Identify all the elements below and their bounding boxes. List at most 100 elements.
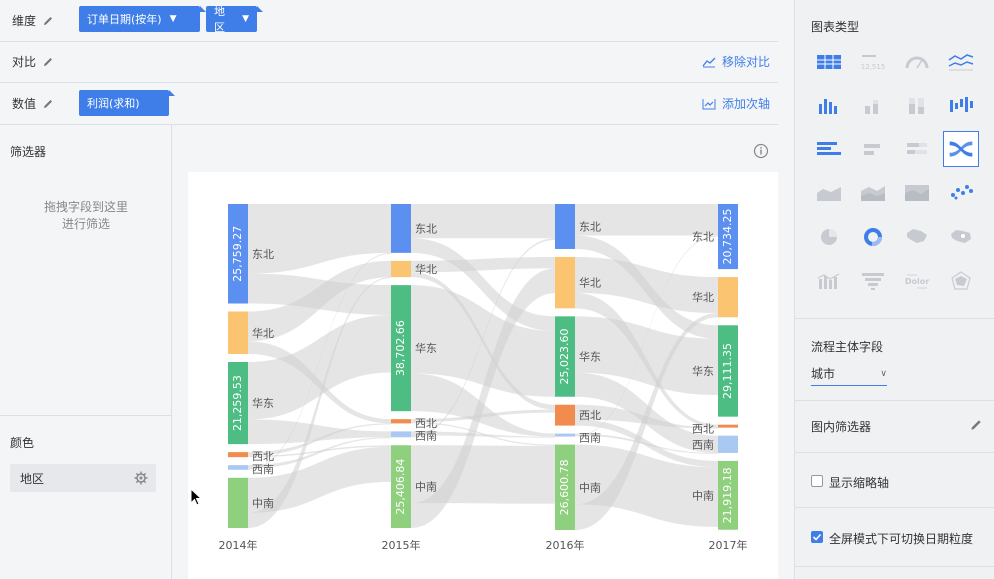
dimension-label-wrap: 维度 [12, 12, 54, 29]
sankey-node [555, 256, 575, 309]
radar-icon[interactable] [943, 263, 979, 299]
ring-chart-icon[interactable] [855, 219, 891, 255]
sankey-node [228, 452, 248, 458]
sankey-flows [248, 204, 718, 531]
filter-hint-line2: 进行筛选 [61, 217, 110, 231]
pencil-icon[interactable] [969, 418, 983, 432]
sankey-node-label: 东北 [579, 220, 601, 233]
sankey-node-label: 西北 [579, 409, 601, 422]
waterfall-icon[interactable] [943, 88, 979, 124]
filter-panel: 筛选器 拖拽字段到这里 进行筛选 颜色 地区 [0, 125, 172, 579]
sankey-value-label: 20,734.25 [721, 209, 734, 265]
combo-chart-icon[interactable] [811, 263, 847, 299]
sankey-node-label: 西南 [415, 429, 437, 442]
sankey-node-label: 华东 [579, 350, 601, 364]
map-icon[interactable] [899, 219, 935, 255]
color-section: 颜色 地区 [0, 415, 172, 492]
pencil-icon[interactable] [42, 98, 54, 110]
compare-label: 对比 [12, 55, 37, 69]
thumbnail-axis-checkbox[interactable] [811, 475, 823, 487]
dimension-pill-region[interactable]: 地区 ▼ [206, 5, 263, 34]
flow-field-label: 流程主体字段 [811, 340, 884, 354]
horizontal-percent-bar-icon[interactable] [899, 131, 935, 167]
value-label: 数值 [12, 97, 37, 111]
dimension-pill-region-label: 地区 [214, 5, 225, 34]
word-cloud-icon[interactable]: Dolor [899, 263, 935, 299]
bar-chart-icon[interactable] [811, 88, 847, 124]
horizontal-bar-icon[interactable] [811, 131, 847, 167]
sankey-node-label: 西北 [415, 417, 437, 430]
gauge-icon[interactable] [899, 44, 935, 80]
remove-compare-button[interactable]: 移除对比 [702, 53, 770, 70]
funnel-icon[interactable] [855, 263, 891, 299]
sankey-node [228, 477, 248, 528]
pie-chart-icon[interactable] [811, 219, 847, 255]
chart-card: 东北 25,759.27 华北 华东 21,259.53 西北 西南 中南 2014年 东北 华北华… [188, 172, 778, 579]
horizontal-stacked-bar-icon[interactable] [855, 131, 891, 167]
sankey-year-label: 2017年 [709, 538, 748, 552]
value-row: 数值 利润(求和) 添加次轴 [0, 83, 778, 125]
area-chart-icon[interactable] [811, 175, 847, 211]
thumbnail-axis-label: 显示缩略轴 [829, 476, 890, 490]
sankey-node [718, 435, 738, 453]
chevron-down-icon: ∨ [880, 368, 887, 379]
sankey-value-label: 29,111.35 [721, 343, 734, 399]
compare-label-wrap: 对比 [12, 53, 54, 70]
remove-compare-icon [702, 57, 716, 67]
sankey-node-label: 华东 [692, 364, 714, 378]
dimension-pill-date-label: 订单日期(按年) [87, 13, 162, 26]
sankey-node [555, 204, 575, 249]
pencil-icon[interactable] [42, 56, 54, 68]
sankey-year-label: 2014年 [219, 538, 258, 552]
right-panel: 图表类型 12,515 Dolor 流程主体字段 城市 ∨ 图内筛选器 显示缩略轴… [794, 0, 994, 579]
value-pill-profit[interactable]: 利润(求和) [79, 90, 175, 116]
sankey-node [228, 311, 248, 354]
sankey-node-label: 华北 [579, 276, 601, 290]
sankey-value-label: 38,702.66 [394, 320, 407, 376]
flow-field-select[interactable]: 城市 ∨ [811, 362, 887, 386]
filter-drop-zone[interactable]: 拖拽字段到这里 进行筛选 [0, 199, 172, 233]
sankey-node-label: 西南 [692, 438, 714, 451]
sankey-flow [248, 419, 391, 445]
region-map-icon[interactable] [943, 219, 979, 255]
add-secondary-axis-button[interactable]: 添加次轴 [702, 95, 770, 112]
percent-bar-icon[interactable] [899, 88, 935, 124]
sankey-node-label: 东北 [415, 222, 437, 235]
sankey-node-label: 华东 [252, 396, 274, 410]
scatter-icon[interactable] [943, 175, 979, 211]
sankey-node-label: 西北 [692, 423, 714, 436]
pencil-icon[interactable] [42, 15, 54, 27]
sankey-icon[interactable] [943, 131, 979, 167]
divider [795, 318, 994, 319]
line-chart-icon[interactable] [943, 44, 979, 80]
in-chart-filter-label: 图内筛选器 [811, 420, 872, 434]
sankey-node [228, 465, 248, 470]
color-field[interactable]: 地区 [10, 464, 156, 492]
stacked-bar-icon[interactable] [855, 88, 891, 124]
color-title: 颜色 [10, 436, 35, 450]
dimension-pill-date[interactable]: 订单日期(按年) ▼ [79, 6, 206, 32]
flow-field-value: 城市 [811, 367, 836, 381]
percent-area-icon[interactable] [899, 175, 935, 211]
value-pill-label: 利润(求和) [87, 97, 140, 110]
sankey-node [555, 404, 575, 426]
sankey-chart: 东北25,759.27华北华东21,259.53西北西南中南2014年东北华北华… [219, 204, 748, 552]
gear-icon[interactable] [134, 471, 148, 485]
sankey-node-label: 华东 [415, 341, 437, 355]
chevron-down-icon: ▼ [169, 14, 177, 24]
sankey-node-label: 西南 [579, 432, 601, 445]
info-icon[interactable] [753, 143, 769, 159]
sankey-year-label: 2015年 [382, 538, 421, 552]
sankey-node-label: 华北 [692, 290, 714, 304]
sankey-node-label: 东北 [692, 231, 714, 244]
filter-hint-line1: 拖拽字段到这里 [43, 200, 128, 214]
sankey-value-label: 25,023.60 [558, 329, 571, 385]
kpi-sample-text: 12,515 [861, 63, 886, 71]
table-icon[interactable] [811, 44, 847, 80]
dimension-row: 维度 订单日期(按年) ▼ 地区 ▼ [0, 0, 778, 42]
kpi-number-icon[interactable]: 12,515 [855, 44, 891, 80]
sankey-node-label: 华北 [252, 326, 274, 340]
remove-compare-label: 移除对比 [721, 55, 770, 69]
stacked-area-icon[interactable] [855, 175, 891, 211]
fullscreen-granularity-checkbox[interactable] [811, 531, 823, 543]
